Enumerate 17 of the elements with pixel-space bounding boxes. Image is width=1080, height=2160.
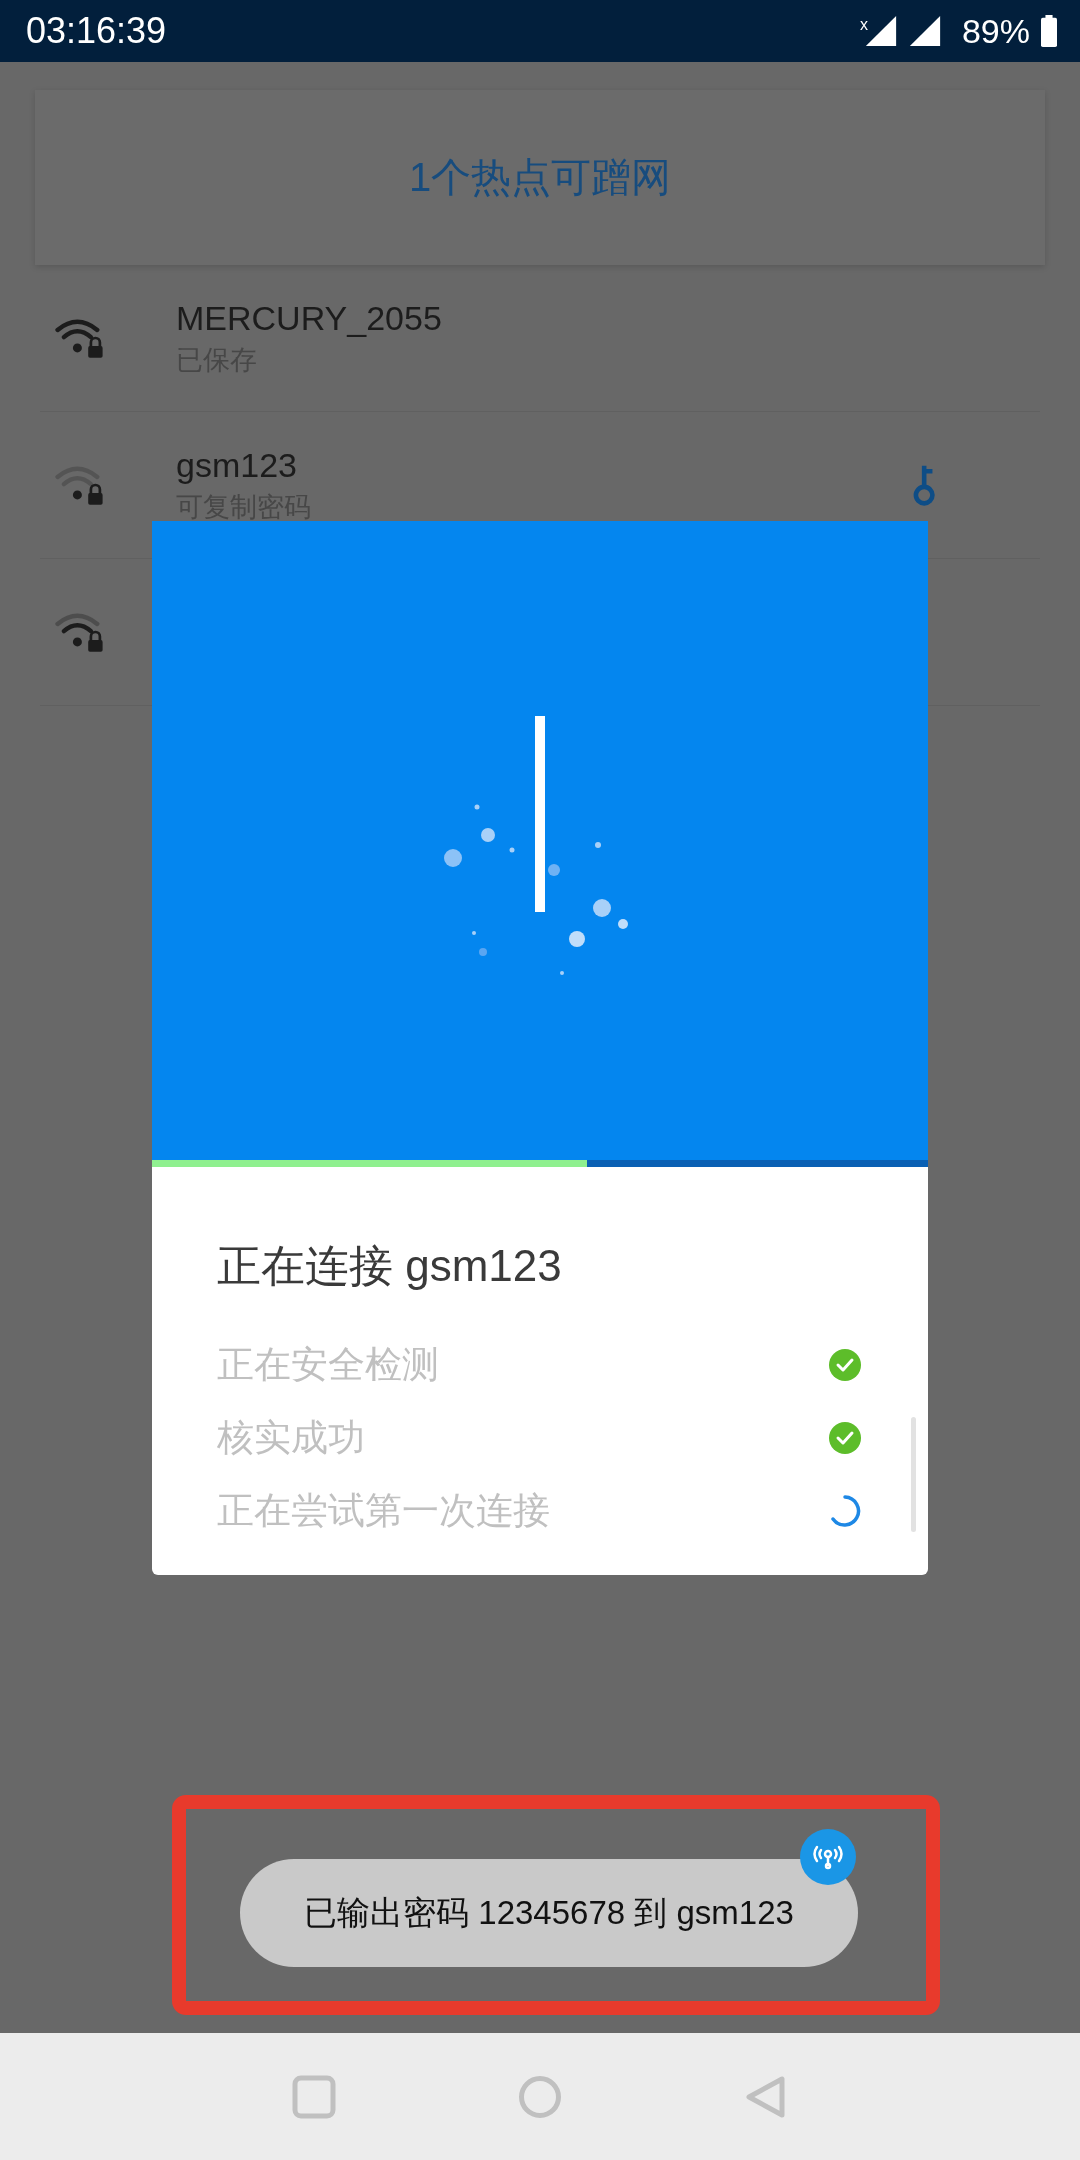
network-name: MERCURY_2055 — [176, 298, 443, 338]
step-label: 核实成功 — [217, 1415, 365, 1460]
sim-label: x — [859, 15, 868, 34]
header-title: 1个热点可蹭网 — [408, 154, 672, 201]
dialog-title: 正在连接 gsm123 — [217, 1240, 563, 1292]
step-label: 正在尝试第一次连接 — [217, 1488, 550, 1533]
step-label: 正在安全检测 — [217, 1342, 439, 1387]
network-name: gsm123 — [176, 445, 298, 485]
back-icon[interactable] — [744, 2074, 788, 2119]
recents-icon[interactable] — [292, 2074, 336, 2119]
battery-icon — [1040, 15, 1058, 47]
signal-icon — [907, 14, 942, 48]
home-icon[interactable] — [518, 2074, 562, 2119]
clock: 03:16:39 — [26, 10, 167, 52]
battery-percent: 89% — [961, 11, 1030, 51]
toast-message: 已输出密码 12345678 到 gsm123 — [304, 1892, 794, 1933]
hotspot-icon — [800, 1829, 856, 1885]
